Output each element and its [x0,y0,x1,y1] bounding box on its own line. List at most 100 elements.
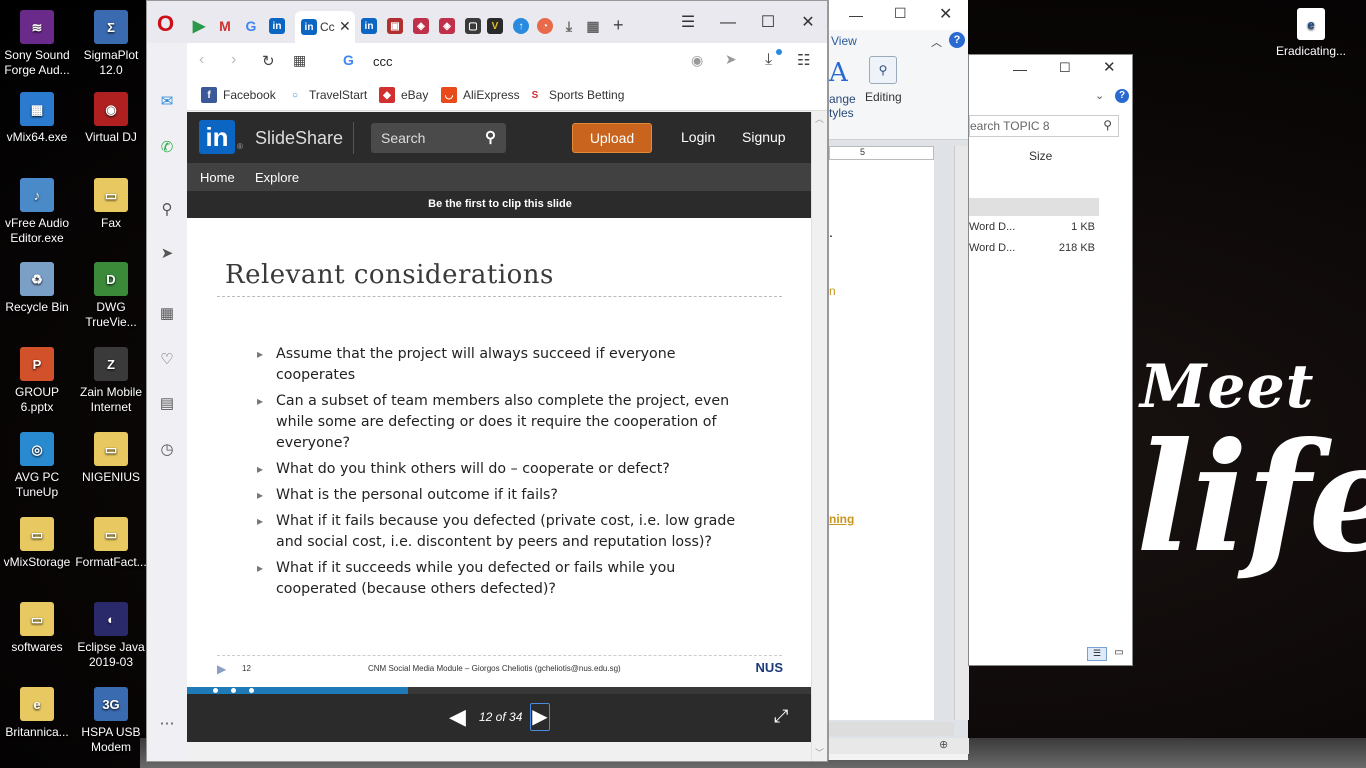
upload-button[interactable]: Upload [572,123,652,153]
linkedin-icon[interactable]: in [269,18,285,34]
column-size-header[interactable]: Size [1029,149,1052,163]
camera-icon[interactable]: ◉ [691,52,703,69]
page-scrollbar[interactable]: ︿ ﹀ [811,112,827,761]
desktop-icon[interactable]: ♪ vFree Audio Editor.exe [0,178,74,246]
desktop-icon[interactable]: P GROUP 6.pptx [0,347,74,415]
new-tab-button[interactable]: + [613,15,624,36]
slideshare-logo-text[interactable]: SlideShare [255,128,343,149]
nav-explore[interactable]: Explore [255,170,299,185]
desktop-icon[interactable]: ◐ Eclipse Java 2019-03 [74,602,148,670]
desktop-icon[interactable]: ≋ Sony Sound Forge Aud... [0,10,74,78]
search-icon[interactable]: ⚲ [485,128,496,146]
bookmark-item[interactable]: ○ TravelStart [287,87,367,103]
maximize-icon[interactable]: ☐ [753,11,783,35]
reload-icon[interactable]: ↻ [262,52,275,70]
desktop-icon[interactable]: D DWG TrueVie... [74,262,148,330]
tab-menu-icon[interactable]: ☰ [673,11,703,35]
url-input[interactable] [373,50,653,72]
forward-icon[interactable]: › [231,51,236,69]
file-row[interactable]: Word D... 218 KB [969,240,1099,260]
send-icon[interactable]: ➤ [157,243,177,263]
desktop-icon[interactable]: ♻ Recycle Bin [0,262,74,315]
help-icon[interactable]: ? [1115,89,1129,103]
word-vertical-scrollbar[interactable] [954,146,969,720]
desktop-icon-eradicating[interactable]: e Eradicating... [1274,8,1348,59]
tab-view[interactable]: View [831,34,857,48]
signup-link[interactable]: Signup [742,129,786,145]
desktop-icon[interactable]: ◎ AVG PC TuneUp [0,432,74,500]
zoom-in-icon[interactable]: ⊕ [939,738,948,751]
maximize-icon[interactable]: ☐ [894,5,907,22]
clip-banner[interactable]: Be the first to clip this slide [187,191,813,218]
next-slide-icon[interactable]: ▶ [530,703,550,731]
bookmark-item[interactable]: S Sports Betting [527,87,624,103]
close-icon[interactable]: ✕ [793,11,823,35]
close-tab-icon[interactable]: ✕ [339,18,351,35]
zoom-slider[interactable]: ⊕ [829,738,969,754]
download-icon[interactable]: ⤓ [765,51,772,69]
speed-dial-icon[interactable]: ▦ [157,303,177,323]
linkedin-logo-icon[interactable]: in [199,120,235,154]
fullscreen-icon[interactable]: ⤢ [774,706,788,727]
chevron-up-icon[interactable]: ︿ [931,34,942,50]
bookmark-item[interactable]: ◆ eBay [379,87,428,103]
desktop-icon[interactable]: 3G HSPA USB Modem [74,687,148,755]
gmail-icon[interactable]: M [217,18,233,34]
linkedin-icon[interactable]: in [361,18,377,34]
search-input[interactable]: earch TOPIC 8 ⚲ [969,115,1119,137]
editing-button[interactable]: Editing [865,90,902,104]
whatsapp-icon[interactable]: ✆ [157,137,177,157]
bookmark-item[interactable]: f Facebook [201,87,276,103]
minimize-icon[interactable]: — [713,11,743,35]
desktop-icon[interactable]: ▭ vMixStorage [0,517,74,570]
desktop-icon[interactable]: Z Zain Mobile Internet [74,347,148,415]
send-icon[interactable]: ➤ [725,51,737,68]
login-link[interactable]: Login [681,129,715,145]
desktop-icon[interactable]: e Britannica... [0,687,74,740]
close-icon[interactable]: ✕ [1103,58,1116,76]
search-icon[interactable]: ⚲ [1103,118,1112,132]
download-tab-icon[interactable]: ⤓ [561,18,577,34]
word-horizontal-scrollbar[interactable] [829,722,954,736]
grid-tab-icon[interactable]: ▦ [585,18,601,34]
large-icons-view-icon[interactable]: ▭ [1111,647,1127,661]
tab-active[interactable]: in Cc ✕ [295,11,355,43]
app-tab-icon[interactable]: ◔ [537,18,553,34]
app-tab-icon[interactable]: ◈ [413,18,429,34]
minimize-icon[interactable]: — [849,7,863,23]
desktop-icon[interactable]: ▭ Fax [74,178,148,231]
search-box[interactable]: Search ⚲ [371,123,506,153]
desktop-icon[interactable]: ◉ Virtual DJ [74,92,148,145]
history-icon[interactable]: ◷ [157,439,177,459]
app-tab-icon[interactable]: ◈ [439,18,455,34]
upload-tab-icon[interactable]: ↑ [513,18,529,34]
previous-slide-icon[interactable]: ◀ [449,704,466,730]
desktop-icon[interactable]: Σ SigmaPlot 12.0 [74,10,148,78]
browser-window[interactable]: O in Cc ✕ ▶ M G in in ▣ ◈ ◈ ▢ V ↑ ◔ ⤓ ▦ … [146,0,828,762]
desktop-icon[interactable]: ▦ vMix64.exe [0,92,74,145]
app-tab-icon[interactable]: ▢ [465,18,481,34]
messenger-icon[interactable]: ✉ [157,91,177,111]
play-store-icon[interactable]: ▶ [191,18,207,35]
progress-bar[interactable] [187,687,813,694]
scroll-up-icon[interactable]: ︿ [815,112,824,125]
details-view-icon[interactable]: ☰ [1087,647,1107,661]
opera-menu-icon[interactable]: O [157,11,174,37]
speed-dial-icon[interactable]: ▦ [293,52,306,69]
more-icon[interactable]: ⋯ [157,713,177,733]
scroll-down-icon[interactable]: ﹀ [815,746,824,759]
desktop-icon[interactable]: ▭ softwares [0,602,74,655]
google-icon[interactable]: G [243,18,259,34]
bookmark-item[interactable]: ◡ AliExpress [441,87,520,103]
desktop-icon[interactable]: ▭ FormatFact... [74,517,148,570]
binoculars-icon[interactable]: ⚲ [869,56,897,84]
word-document-page[interactable]: . n ning [829,160,934,720]
close-icon[interactable]: ✕ [939,4,952,24]
explorer-window[interactable]: — ☐ ✕ ⌄ ? earch TOPIC 8 ⚲ Size Word D...… [968,54,1133,666]
word-window[interactable]: — ☐ ✕ View ︿ ? A ange tyles ⚲ Editing 5 … [828,0,969,760]
slides-icon[interactable]: ▣ [387,18,403,34]
doc-link-ning[interactable]: ning [829,512,854,526]
search-icon[interactable]: ⚲ [157,199,177,219]
back-icon[interactable]: ‹ [199,51,204,69]
heart-icon[interactable]: ♡ [157,349,177,369]
